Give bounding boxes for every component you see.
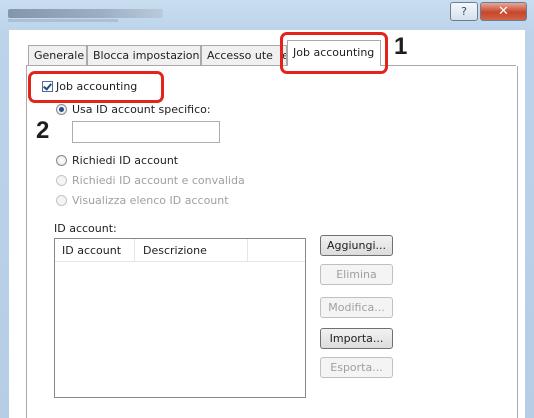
tab-strip-border bbox=[26, 65, 516, 66]
help-button[interactable]: ? bbox=[450, 2, 478, 21]
tab-label: Generale bbox=[34, 49, 85, 62]
radio-request-and-validate-label: Richiedi ID account e convalida bbox=[72, 174, 245, 187]
radio-use-specific-id[interactable] bbox=[56, 104, 67, 115]
tab-generale[interactable]: Generale bbox=[28, 45, 87, 65]
id-account-list[interactable]: ID account Descrizione bbox=[54, 238, 306, 398]
tab-label: Blocca impostazioni bbox=[93, 49, 201, 62]
callout-number-2: 2 bbox=[36, 117, 50, 144]
radio-use-specific-id-label: Usa ID account specifico: bbox=[72, 103, 211, 116]
tab-label: Accesso ute bbox=[207, 49, 273, 62]
help-icon: ? bbox=[461, 5, 467, 18]
column-header-id-account[interactable]: ID account bbox=[62, 244, 121, 257]
list-header: ID account Descrizione bbox=[55, 239, 305, 262]
import-button[interactable]: Importa... bbox=[320, 328, 393, 349]
column-separator[interactable] bbox=[247, 239, 248, 261]
column-separator[interactable] bbox=[134, 239, 135, 261]
edit-button[interactable]: Modifica... bbox=[320, 297, 393, 318]
window-title-blurred bbox=[8, 9, 163, 18]
radio-request-id[interactable] bbox=[56, 155, 67, 166]
specific-id-input[interactable] bbox=[72, 121, 220, 143]
radio-show-list[interactable] bbox=[56, 195, 67, 206]
add-button[interactable]: Aggiungi... bbox=[320, 235, 393, 256]
column-header-descrizione[interactable]: Descrizione bbox=[143, 244, 207, 257]
callout-number-1: 1 bbox=[394, 33, 408, 60]
tab-blocca-impostazioni[interactable]: Blocca impostazioni bbox=[87, 45, 201, 65]
tab-accesso-utente[interactable]: Accesso ute bbox=[201, 45, 281, 65]
highlight-tab-box bbox=[280, 32, 388, 74]
delete-button[interactable]: Elimina bbox=[320, 264, 393, 285]
close-button[interactable]: ✕ bbox=[480, 2, 527, 21]
close-icon: ✕ bbox=[498, 4, 509, 19]
export-button[interactable]: Esporta... bbox=[320, 357, 393, 378]
radio-request-id-label: Richiedi ID account bbox=[72, 154, 179, 167]
radio-request-and-validate[interactable] bbox=[56, 175, 67, 186]
window-title-blurred-underline bbox=[8, 19, 118, 22]
id-account-list-label: ID account: bbox=[54, 222, 117, 235]
highlight-checkbox-box bbox=[28, 71, 164, 103]
radio-show-list-label: Visualizza elenco ID account bbox=[72, 194, 229, 207]
title-bar[interactable]: ? ✕ bbox=[0, 0, 534, 30]
